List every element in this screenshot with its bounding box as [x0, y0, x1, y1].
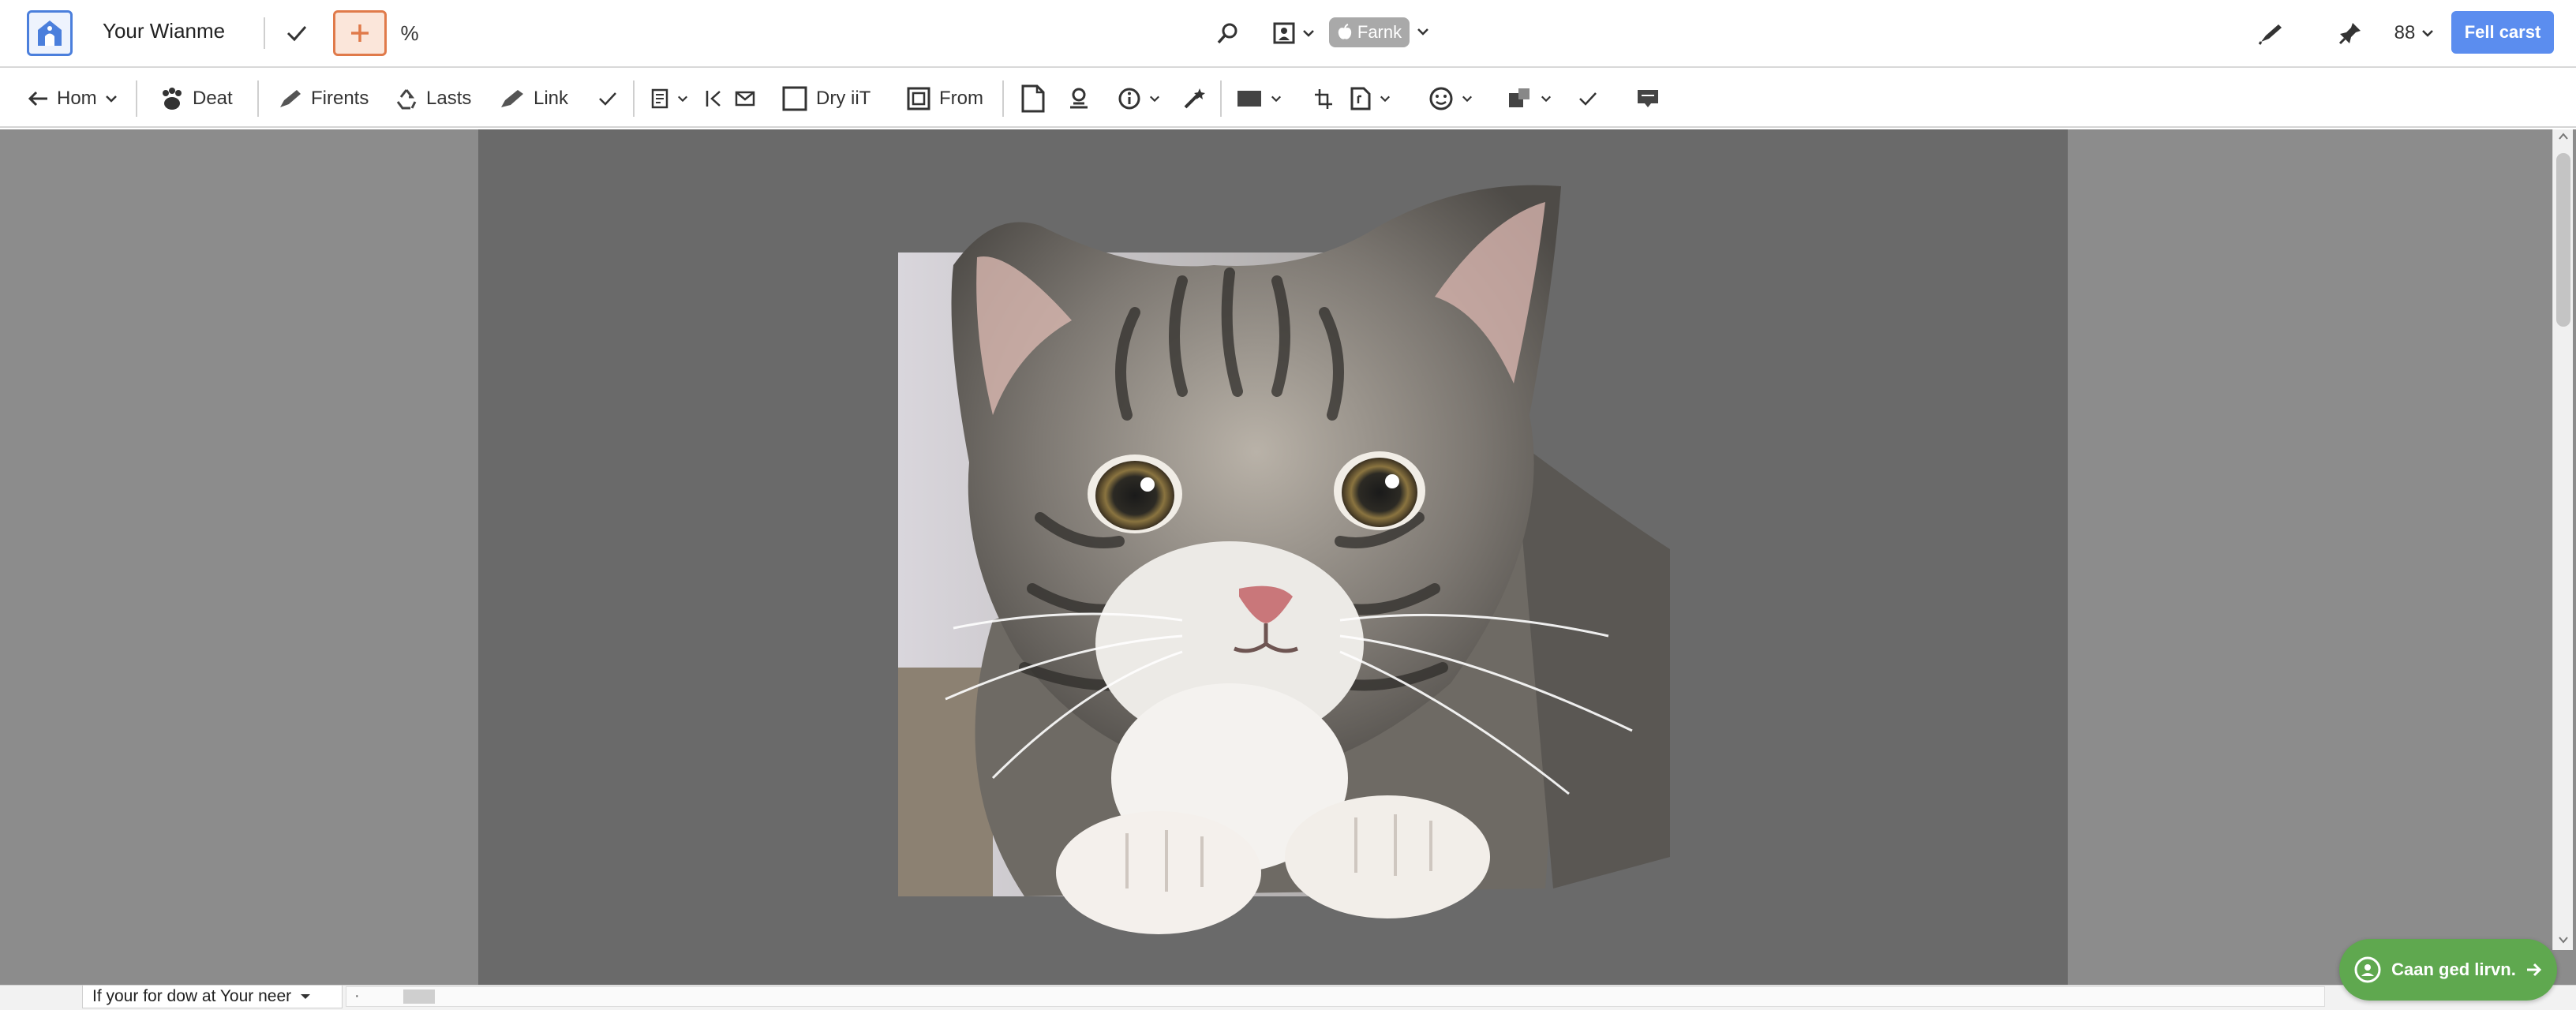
pill-label: Farnk [1357, 22, 1402, 42]
toolbar-item-lasts[interactable]: Lasts [395, 82, 471, 115]
arrow-left-icon [28, 91, 47, 107]
zoom-value: 88 [2394, 22, 2416, 43]
horizontal-scroll-thumb[interactable] [403, 989, 435, 1004]
pen-tool-icon[interactable] [2256, 16, 2287, 50]
divider [257, 80, 259, 117]
zoom-dropdown[interactable]: 88 [2387, 16, 2442, 50]
shapes-dropdown[interactable] [1507, 82, 1552, 115]
toolbar-item-link[interactable]: Link [499, 82, 568, 115]
paragraph-dropdown[interactable] [650, 82, 688, 115]
horizontal-scrollbar[interactable]: · [346, 986, 2325, 1007]
toolbar-item-dry[interactable]: Dry iiT [781, 82, 871, 115]
home-logo-icon[interactable] [27, 10, 73, 56]
paragraph-icon [651, 88, 668, 109]
document-title[interactable]: Your Wianme [103, 19, 225, 43]
chevron-down-icon [301, 994, 311, 999]
fill-color-dropdown[interactable] [1236, 82, 1282, 115]
document-dropdown[interactable] [1350, 82, 1391, 115]
indent-icon[interactable] [704, 82, 724, 115]
plus-icon [351, 24, 369, 42]
check-icon[interactable] [1578, 82, 1597, 115]
vertical-scrollbar[interactable] [2552, 129, 2573, 950]
divider [633, 80, 635, 117]
chevron-down-icon [677, 95, 688, 103]
profile-pill[interactable]: Farnk [1329, 17, 1410, 47]
chevron-down-icon [1462, 95, 1473, 103]
divider [1220, 80, 1222, 117]
vertical-scroll-thumb[interactable] [2556, 153, 2570, 327]
stamp-icon[interactable] [1067, 82, 1091, 115]
toolbar-item-deat[interactable]: Deat [159, 82, 233, 115]
toolbar-item-label: Firents [311, 88, 369, 109]
mail-icon[interactable] [734, 82, 756, 115]
chevron-down-icon[interactable] [1416, 24, 1430, 39]
toolbar-item-label: Hom [57, 88, 97, 109]
comment-icon[interactable] [1635, 82, 1661, 115]
fill-color-icon [1237, 91, 1261, 107]
paw-icon [163, 88, 182, 110]
chat-help-button[interactable]: Caan ged lirvn. [2339, 939, 2557, 1001]
frame-icon [907, 87, 930, 110]
document-icon [1350, 87, 1371, 110]
top-bar: Your Wianme % Farnk 88 Fell carst [0, 0, 2576, 68]
page-icon[interactable] [1020, 82, 1046, 115]
shapes-icon [1509, 88, 1530, 107]
check-icon[interactable] [598, 82, 617, 115]
primary-action-button[interactable]: Fell carst [2451, 11, 2554, 54]
toolbar-item-label: Lasts [426, 88, 472, 109]
scroll-down-icon [2559, 937, 2568, 944]
chat-help-label: Caan ged lirvn. [2391, 960, 2516, 979]
user-frame-icon [1273, 22, 1295, 44]
divider [1002, 80, 1004, 117]
chevron-down-icon [1149, 95, 1160, 103]
percent-button[interactable]: % [398, 17, 421, 49]
toolbar-item-label: Dry iiT [816, 88, 871, 109]
status-select[interactable]: If your for dow at Your neer [82, 985, 343, 1008]
format-toolbar: Hom Deat Firents Lasts Link Dry iiT From [0, 69, 2576, 128]
chevron-down-icon [2422, 30, 2434, 37]
emoji-dropdown[interactable] [1428, 82, 1473, 115]
checkbox-icon [782, 86, 807, 111]
emoji-icon [1429, 87, 1453, 110]
chat-bubble-icon [2354, 956, 2381, 983]
pen-icon [280, 90, 301, 107]
toolbar-item-firents[interactable]: Firents [278, 82, 369, 115]
check-icon[interactable] [281, 17, 313, 49]
toolbar-item-label: Deat [193, 88, 233, 109]
scroll-up-icon [2559, 133, 2568, 140]
status-text: · [354, 987, 360, 1004]
chevron-down-icon [1271, 95, 1282, 103]
link-icon [501, 90, 523, 107]
crop-icon[interactable] [1313, 82, 1334, 115]
pin-icon[interactable] [2334, 16, 2366, 50]
user-frame-dropdown[interactable] [1266, 17, 1321, 49]
add-button[interactable] [333, 10, 387, 56]
kitten-photo[interactable] [898, 178, 1670, 934]
status-select-value: If your for dow at Your neer [92, 987, 292, 1005]
toolbar-item-label: Link [534, 88, 569, 109]
toolbar-item-from[interactable]: From [906, 82, 983, 115]
apple-icon [1338, 24, 1352, 39]
arrow-right-icon [2526, 963, 2541, 977]
chevron-down-icon [1380, 95, 1391, 103]
divider [264, 17, 265, 49]
toolbar-item-home[interactable]: Hom [27, 82, 118, 115]
search-icon[interactable] [1212, 17, 1244, 49]
chevron-down-icon [1303, 30, 1314, 37]
recycle-icon [396, 89, 417, 110]
info-dropdown[interactable] [1118, 82, 1160, 115]
toolbar-item-label: From [939, 88, 983, 109]
chevron-down-icon [1541, 95, 1552, 103]
magic-wand-icon[interactable] [1182, 82, 1208, 115]
chevron-down-icon [105, 95, 117, 103]
info-icon [1118, 88, 1140, 110]
divider [136, 80, 137, 117]
